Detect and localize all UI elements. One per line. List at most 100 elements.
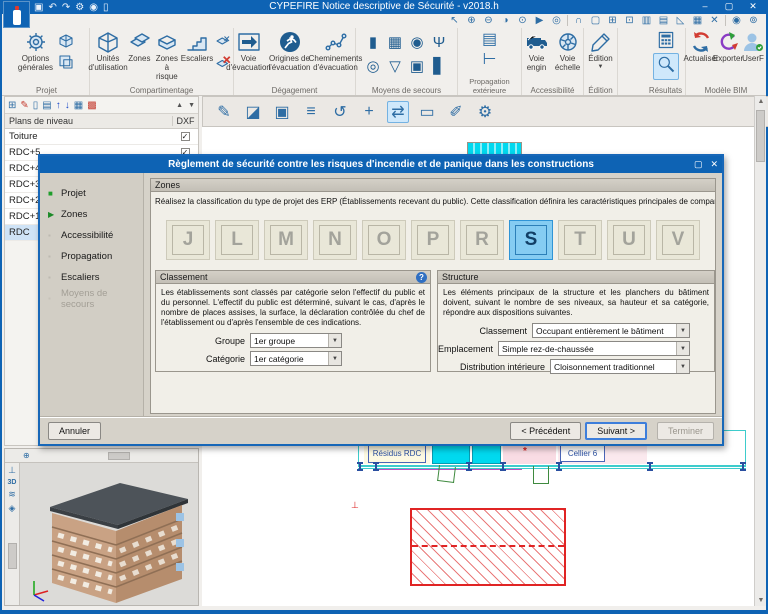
zoom-out-icon[interactable]: ⊖: [482, 15, 495, 26]
tile-U[interactable]: U: [607, 220, 651, 260]
move-up-icon[interactable]: ↑: [56, 100, 61, 111]
step-accessibilite[interactable]: ▪ Accessibilité: [40, 225, 143, 246]
redraw-icon[interactable]: ◎: [550, 15, 563, 26]
tile-R[interactable]: R: [460, 220, 504, 260]
actualiser-button[interactable]: Actualiser: [683, 30, 719, 64]
options-generales-button[interactable]: Options générales: [18, 30, 54, 73]
voie-evacuation-button[interactable]: Voie d'évacuation: [226, 30, 271, 73]
siren-icon[interactable]: Ψ: [433, 34, 446, 51]
zoom-3d-icon[interactable]: ⊕: [23, 451, 30, 460]
scroll-down-icon[interactable]: ▼: [755, 597, 767, 604]
close-button[interactable]: ✕: [742, 0, 764, 13]
exporter-button[interactable]: Exporter: [713, 30, 743, 64]
next-button[interactable]: Suivant >: [585, 421, 647, 440]
structure-classement-select[interactable]: Occupant entièrement le bâtiment ▼: [532, 323, 691, 338]
maximize-button[interactable]: ▢: [718, 0, 740, 13]
measure-icon[interactable]: ▭: [416, 102, 438, 122]
move-down-icon[interactable]: ↓: [65, 100, 70, 111]
step-zones[interactable]: ▶ Zones: [40, 204, 143, 225]
help-icon[interactable]: ⊚: [747, 15, 760, 26]
snap-icon[interactable]: ∩: [572, 15, 585, 26]
step-escaliers[interactable]: ▪ Escaliers: [40, 267, 143, 288]
layers-icon[interactable]: ▦: [691, 15, 704, 26]
view3d-icon[interactable]: 3D: [8, 479, 17, 486]
zoom-in-icon[interactable]: ⊕: [465, 15, 478, 26]
escaliers-button[interactable]: Escaliers: [181, 30, 213, 81]
sprinkler-icon[interactable]: ▽: [389, 57, 401, 75]
edit-icon[interactable]: ✎: [20, 100, 28, 111]
cheminements-evacuation-button[interactable]: Cheminements d'évacuation: [309, 30, 362, 73]
userf-button[interactable]: UserF: [741, 30, 765, 64]
expand-icon[interactable]: ▼: [188, 102, 195, 109]
close-view-icon[interactable]: ✕: [708, 15, 721, 26]
web-icon[interactable]: ◉: [730, 15, 743, 26]
tile-J[interactable]: J: [166, 220, 210, 260]
setsquare-icon[interactable]: ◺: [674, 15, 687, 26]
hydrant-icon[interactable]: ▋: [433, 57, 445, 75]
bell-icon[interactable]: ◉: [410, 33, 423, 51]
level-row-toiture[interactable]: Toiture ✓: [5, 129, 198, 145]
scroll-up-icon[interactable]: ▲: [755, 98, 767, 105]
copy-icon[interactable]: ▯: [33, 100, 39, 111]
project-box-icon[interactable]: [56, 32, 76, 50]
control-panel-icon[interactable]: ▣: [410, 57, 424, 75]
chevron-down-icon[interactable]: ▼: [598, 64, 604, 71]
zones-a-risque-button[interactable]: Zones à risque: [153, 30, 181, 81]
wall-section-icon[interactable]: ⊢: [483, 52, 497, 68]
collapse-icon[interactable]: ▲: [176, 102, 183, 109]
step-projet[interactable]: ■ Projet: [40, 183, 143, 204]
grid-icon[interactable]: ▦: [74, 100, 83, 111]
erase-icon[interactable]: ◪: [242, 102, 264, 122]
copy-icon[interactable]: ▣: [271, 102, 293, 122]
help-icon[interactable]: ?: [416, 272, 427, 283]
tile-T[interactable]: T: [558, 220, 602, 260]
print-icon[interactable]: ▤: [42, 100, 51, 111]
axes-icon[interactable]: ⊥: [8, 465, 16, 476]
view-results-button[interactable]: [652, 53, 679, 80]
ortho-icon[interactable]: ▢: [589, 15, 602, 26]
snap-point-icon[interactable]: ⊡: [623, 15, 636, 26]
tile-O[interactable]: O: [362, 220, 406, 260]
screens-icon[interactable]: ▤: [657, 15, 670, 26]
background-icon[interactable]: ▥: [640, 15, 653, 26]
scrollbar-thumb[interactable]: [756, 110, 765, 162]
tile-N[interactable]: N: [313, 220, 357, 260]
tile-V[interactable]: V: [656, 220, 700, 260]
zones-button[interactable]: Zones: [126, 30, 153, 81]
previous-button[interactable]: < Précédent: [510, 421, 582, 440]
alarm-panel-icon[interactable]: ▦: [388, 33, 402, 51]
viewer3d-vscroll-thumb[interactable]: [7, 543, 17, 569]
zoom-window-icon[interactable]: ◑: [499, 15, 512, 26]
move-icon[interactable]: +: [358, 103, 380, 121]
settings-icon[interactable]: ⚙: [474, 102, 496, 122]
hose-reel-icon[interactable]: ◎: [366, 57, 379, 75]
viewer3d-viewport[interactable]: [20, 463, 198, 605]
dxf-icon[interactable]: ▩: [87, 100, 96, 111]
tile-P[interactable]: P: [411, 220, 455, 260]
emplacement-select[interactable]: Simple rez-de-chaussée ▼: [498, 341, 691, 356]
invert-icon[interactable]: ⇄: [387, 100, 409, 123]
minimize-button[interactable]: –: [694, 0, 716, 13]
facade-icon[interactable]: ▤: [482, 32, 497, 48]
viewer3d-hscroll-thumb[interactable]: [107, 451, 130, 460]
grid-icon[interactable]: ⊞: [606, 15, 619, 26]
groupe-select[interactable]: 1er groupe ▼: [250, 333, 342, 348]
tile-M[interactable]: M: [264, 220, 308, 260]
extinguisher-icon[interactable]: ▮: [369, 33, 377, 51]
tile-L[interactable]: L: [215, 220, 259, 260]
voie-engin-button[interactable]: Voie engin: [523, 30, 551, 73]
dxf-checkbox[interactable]: ✓: [180, 132, 190, 141]
unites-utilisation-button[interactable]: Unités d'utilisation: [88, 30, 128, 81]
add-icon[interactable]: ⊞: [8, 100, 16, 111]
step-propagation[interactable]: ▪ Propagation: [40, 246, 143, 267]
pan-icon[interactable]: ▶: [533, 15, 546, 26]
calculator-icon[interactable]: [655, 30, 677, 50]
distribution-select[interactable]: Cloisonnement traditionnel ▼: [550, 359, 691, 374]
dialog-close-button[interactable]: ✕: [710, 156, 718, 173]
select-icon[interactable]: ↖: [448, 15, 461, 26]
shield-icon[interactable]: ◈: [9, 503, 16, 514]
layers-tool-icon[interactable]: ≡: [300, 103, 322, 121]
canvas-vertical-scrollbar[interactable]: ▲ ▼: [754, 96, 766, 606]
layers-icon[interactable]: ≋: [8, 489, 16, 500]
edition-button[interactable]: Édition ▼: [586, 30, 616, 70]
